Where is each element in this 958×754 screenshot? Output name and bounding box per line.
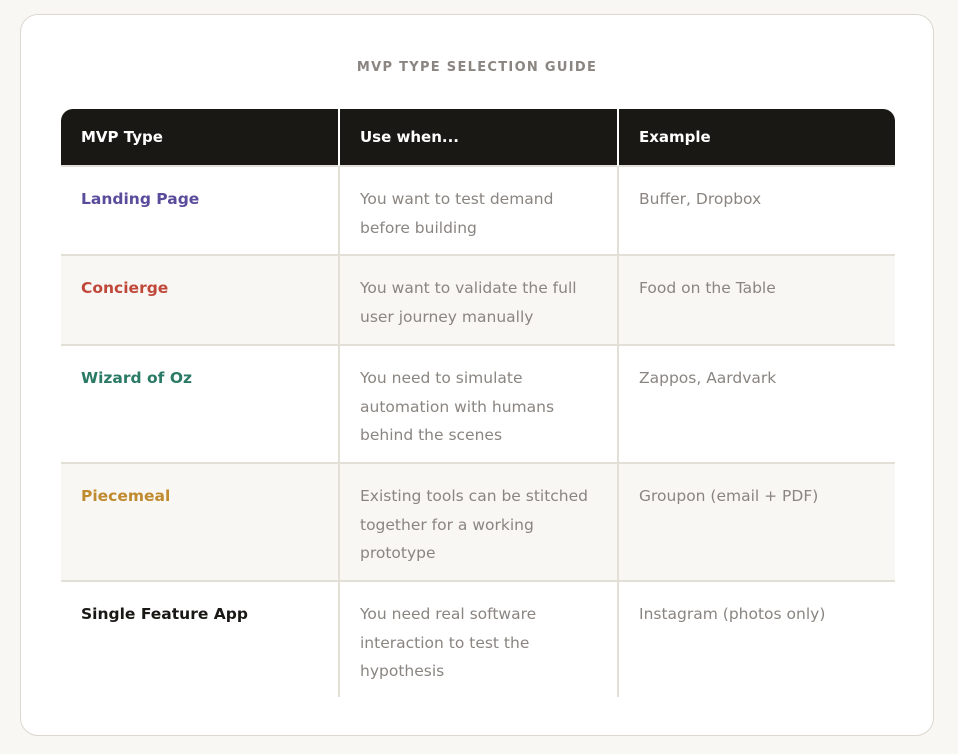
table-title: MVP TYPE SELECTION GUIDE	[356, 60, 598, 75]
mvp-type-table: MVP Type Use when... Example Landing Pag…	[61, 109, 895, 697]
example-cell: Buffer, Dropbox	[617, 167, 895, 254]
use-when-cell: You want to test demand before building	[338, 167, 617, 254]
mvp-type-cell: Single Feature App	[81, 605, 248, 623]
header-example: Example	[617, 109, 895, 166]
mvp-type-cell: Concierge	[81, 279, 169, 297]
example-cell: Groupon (email + PDF)	[617, 464, 895, 580]
mvp-type-cell: Piecemeal	[81, 487, 171, 505]
table-row: Wizard of Oz You need to simulate automa…	[61, 344, 895, 462]
example-cell: Zappos, Aardvark	[617, 346, 895, 462]
use-when-cell: You want to validate the full user journ…	[338, 256, 617, 344]
header-mvp-type: MVP Type	[81, 128, 163, 146]
header-use-when: Use when...	[338, 109, 617, 166]
table-row: Concierge You want to validate the full …	[61, 254, 895, 344]
guide-card: MVP TYPE SELECTION GUIDE MVP Type Use wh…	[20, 14, 934, 736]
mvp-type-cell: Wizard of Oz	[81, 369, 193, 387]
use-when-cell: You need to simulate automation with hum…	[338, 346, 617, 462]
example-cell: Instagram (photos only)	[617, 582, 895, 697]
table-row: Piecemeal Existing tools can be stitched…	[61, 462, 895, 580]
use-when-cell: Existing tools can be stitched together …	[338, 464, 617, 580]
table-row: Landing Page You want to test demand bef…	[61, 165, 895, 254]
example-cell: Food on the Table	[617, 256, 895, 344]
table-header-row: MVP Type Use when... Example	[61, 109, 895, 166]
table-row: Single Feature App You need real softwar…	[61, 580, 895, 697]
use-when-cell: You need real software interaction to te…	[338, 582, 617, 697]
mvp-type-cell: Landing Page	[81, 190, 200, 208]
